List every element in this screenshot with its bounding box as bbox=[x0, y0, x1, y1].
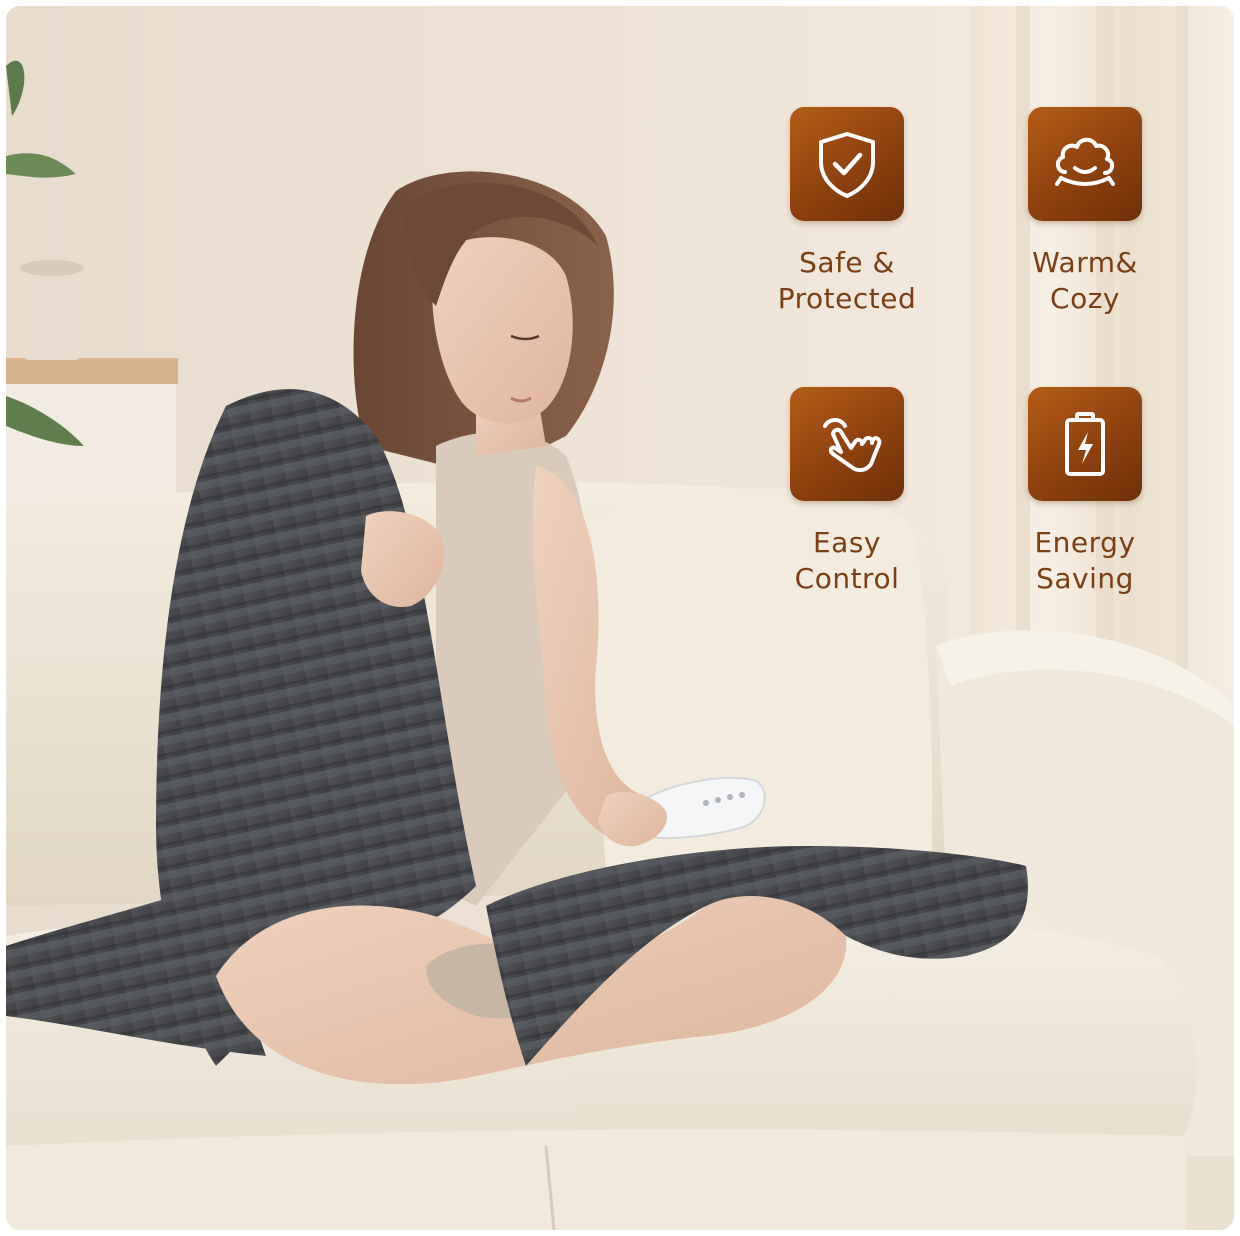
feature-label-line2: Saving bbox=[1036, 562, 1134, 595]
battery-bolt-icon bbox=[1065, 412, 1105, 476]
feature-label-line1: Warm& bbox=[1032, 246, 1138, 279]
feature-label-line1: Energy bbox=[1034, 526, 1136, 559]
feature-label-line2: Control bbox=[794, 562, 900, 595]
feature-label-line1: Safe & bbox=[799, 246, 895, 279]
feature-easy-control: Easy Control bbox=[757, 387, 937, 597]
feature-tile bbox=[1028, 107, 1142, 221]
feature-tile bbox=[1028, 387, 1142, 501]
feature-tile bbox=[790, 387, 904, 501]
product-image-frame: Safe & Protected Warm& Cozy Easy Control… bbox=[6, 6, 1234, 1230]
feature-label-line1: Easy bbox=[812, 526, 881, 559]
feature-warm-cozy: Warm& Cozy bbox=[995, 107, 1175, 317]
feature-label: Safe & Protected bbox=[757, 245, 937, 317]
shield-check-icon bbox=[819, 132, 875, 198]
feature-label: Warm& Cozy bbox=[995, 245, 1175, 317]
feature-label: Energy Saving bbox=[995, 525, 1175, 597]
feature-tile bbox=[790, 107, 904, 221]
feature-label-line2: Protected bbox=[777, 282, 917, 315]
feature-energy-saving: Energy Saving bbox=[995, 387, 1175, 597]
feature-safe-protected: Safe & Protected bbox=[757, 107, 937, 317]
feature-label: Easy Control bbox=[757, 525, 937, 597]
hand-tap-icon bbox=[823, 418, 882, 473]
feature-label-line2: Cozy bbox=[1050, 282, 1120, 315]
cloud-smile-icon bbox=[1055, 137, 1115, 186]
